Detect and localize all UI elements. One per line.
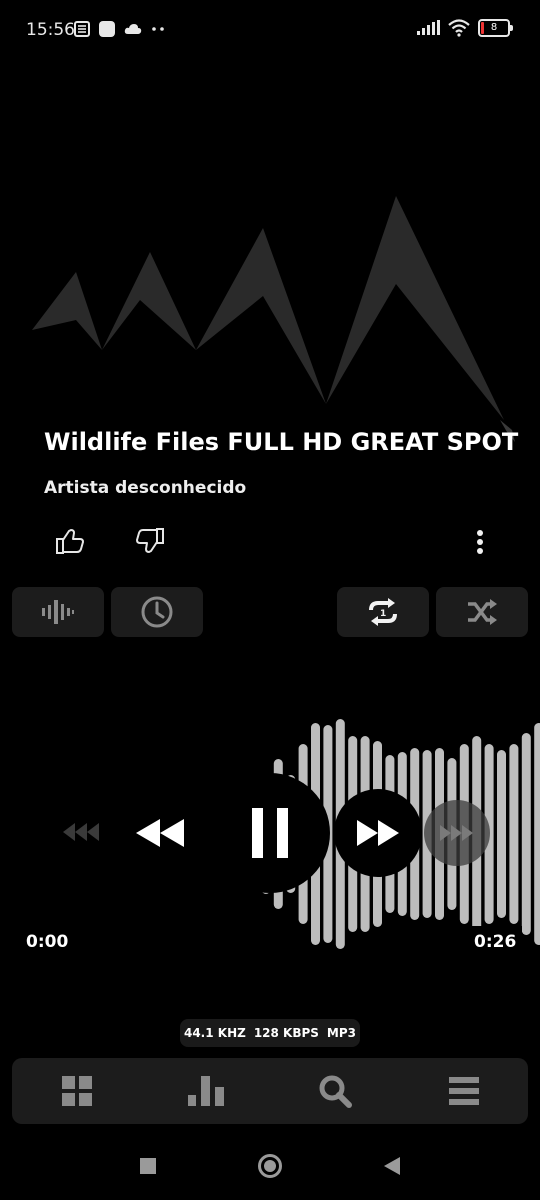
nav-charts-button[interactable]: [176, 1066, 236, 1116]
waveform-bar: [497, 750, 506, 918]
repeat-button[interactable]: 1: [337, 587, 429, 637]
home-button[interactable]: [254, 1150, 286, 1182]
status-icons-right: 8: [416, 19, 513, 37]
nav-search-button[interactable]: [305, 1066, 365, 1116]
audio-format-info: 44.1 KHZ 128 KBPS MP3: [180, 1019, 360, 1047]
shuffle-button[interactable]: [436, 587, 528, 637]
fast-forward-button[interactable]: [334, 789, 422, 877]
recent-apps-button[interactable]: [132, 1150, 164, 1182]
triangle-back-icon: [384, 1157, 400, 1175]
track-title: Wildlife Files FULL HD GREAT SPOT: [44, 428, 519, 456]
fast-forward-icon: [357, 820, 399, 846]
square-app-icon: [99, 21, 115, 37]
bottom-navigation: [12, 1058, 528, 1124]
search-icon: [319, 1075, 352, 1108]
play-pause-button[interactable]: [210, 773, 330, 893]
square-icon: [140, 1158, 156, 1174]
thumbs-down-icon: [136, 528, 164, 553]
system-navigation: [0, 1140, 540, 1196]
nav-menu-button[interactable]: [434, 1066, 494, 1116]
skip-next-button[interactable]: [424, 800, 490, 866]
news-icon: [74, 21, 90, 37]
status-bar: 15:56 8: [0, 0, 540, 60]
album-artwork: [32, 196, 515, 442]
status-icons-left: [74, 20, 166, 38]
codec: MP3: [326, 1026, 357, 1040]
bar-chart-icon: [187, 1076, 224, 1106]
skip-back-icon: [63, 823, 99, 841]
total-time: 0:26: [466, 926, 523, 954]
grid-icon: [61, 1076, 92, 1106]
thumbs-up-icon: [56, 529, 84, 554]
svg-text:1: 1: [380, 609, 386, 619]
waveform-bar: [509, 744, 519, 924]
battery-icon: 8: [478, 19, 513, 37]
skip-forward-icon: [440, 825, 473, 841]
equalizer-visualizer-button[interactable]: [12, 587, 104, 637]
more-dots-icon: [152, 27, 164, 31]
waveform-bar: [534, 723, 540, 945]
rewind-icon: [136, 819, 184, 847]
signal-icon: [417, 20, 440, 35]
menu-icon: [448, 1077, 479, 1105]
sleep-timer-button[interactable]: [111, 587, 203, 637]
more-options-button[interactable]: [466, 524, 494, 560]
sample-rate: 44.1 KHZ: [183, 1026, 246, 1040]
repeat-one-icon: 1: [369, 598, 397, 626]
current-time: 0:00: [26, 932, 69, 952]
battery-level: 8: [490, 22, 498, 33]
back-button[interactable]: [376, 1150, 408, 1182]
more-vertical-icon: [477, 530, 483, 554]
cloud-icon: [124, 24, 142, 34]
track-artist[interactable]: Artista desconhecido: [44, 478, 246, 498]
pause-icon: [252, 808, 288, 858]
circle-icon: [258, 1154, 282, 1178]
waveform-bar: [521, 733, 531, 935]
like-button[interactable]: [50, 522, 90, 562]
dislike-button[interactable]: [130, 520, 170, 560]
status-time: 15:56: [26, 20, 75, 40]
wifi-icon: [448, 19, 470, 37]
clock-icon: [141, 596, 173, 628]
nav-library-button[interactable]: [47, 1066, 107, 1116]
bitrate: 128 KBPS: [253, 1026, 319, 1040]
skip-previous-button[interactable]: [58, 814, 104, 850]
rewind-button[interactable]: [128, 810, 192, 856]
waveform-icon: [42, 600, 74, 624]
shuffle-icon: [468, 599, 497, 625]
